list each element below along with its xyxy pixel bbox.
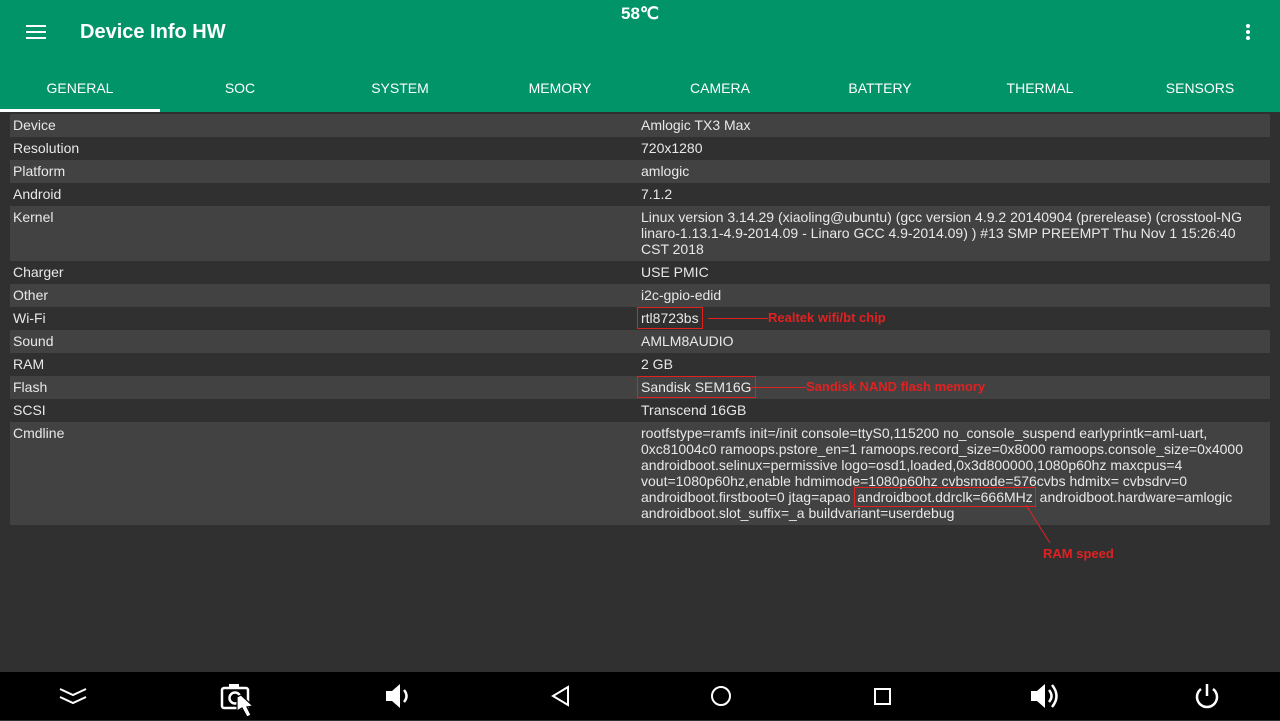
ram-annotation: RAM speed bbox=[1043, 546, 1114, 561]
row-value: i2c-gpio-edid bbox=[641, 287, 722, 303]
collapse-icon bbox=[59, 688, 87, 705]
tab-system[interactable]: SYSTEM bbox=[320, 64, 480, 112]
hamburger-icon bbox=[26, 25, 46, 39]
volume-up-icon bbox=[1031, 684, 1058, 708]
tab-camera[interactable]: CAMERA bbox=[640, 64, 800, 112]
flash-annotation: Sandisk NAND flash memory bbox=[806, 379, 986, 394]
tab-memory[interactable]: MEMORY bbox=[480, 64, 640, 112]
table-row: Flash Sandisk SEM16G bbox=[10, 376, 1270, 399]
table-row: SCSI Transcend 16GB bbox=[10, 399, 1270, 422]
ram-speed-highlight-box: androidboot.ddrclk=666MHz bbox=[854, 487, 1036, 507]
row-key: Sound bbox=[13, 333, 54, 349]
screenshot-icon bbox=[220, 684, 255, 718]
annotation-connector bbox=[1025, 505, 1051, 544]
tab-general[interactable]: GENERAL bbox=[0, 64, 160, 112]
tab-soc[interactable]: SOC bbox=[160, 64, 320, 112]
volume-up-button[interactable] bbox=[1013, 672, 1073, 720]
back-button[interactable] bbox=[530, 672, 590, 720]
table-row: Platform amlogic bbox=[10, 160, 1270, 183]
table-row: RAM 2 GB bbox=[10, 353, 1270, 376]
row-key: Cmdline bbox=[13, 425, 65, 441]
table-row: Device Amlogic TX3 Max bbox=[10, 114, 1270, 137]
power-icon bbox=[1195, 684, 1219, 709]
row-key: Device bbox=[13, 117, 56, 133]
overflow-menu-button[interactable] bbox=[1236, 16, 1264, 48]
row-key: Other bbox=[13, 287, 49, 303]
row-key: Platform bbox=[13, 163, 66, 179]
row-value: Transcend 16GB bbox=[641, 402, 747, 418]
annotation-connector bbox=[750, 387, 806, 388]
tab-sensors[interactable]: SENSORS bbox=[1120, 64, 1280, 112]
row-key: RAM bbox=[13, 356, 45, 372]
row-key: Wi-Fi bbox=[13, 310, 46, 326]
row-key: Charger bbox=[13, 264, 64, 280]
row-value: 7.1.2 bbox=[641, 186, 673, 202]
row-value: Linux version 3.14.29 (xiaoling@ubuntu) … bbox=[641, 209, 1242, 257]
table-row: Other i2c-gpio-edid bbox=[10, 284, 1270, 307]
volume-down-button[interactable] bbox=[368, 672, 428, 720]
row-key: Android bbox=[13, 186, 62, 202]
back-icon bbox=[551, 685, 569, 707]
app-bar: 58℃ Device Info HW GENERAL SOC SYSTEM ME… bbox=[0, 0, 1280, 112]
collapse-button[interactable] bbox=[43, 672, 103, 720]
row-value: AMLM8AUDIO bbox=[641, 333, 734, 349]
table-row: Kernel Linux version 3.14.29 (xiaoling@u… bbox=[10, 206, 1270, 261]
tab-thermal[interactable]: THERMAL bbox=[960, 64, 1120, 112]
more-vert-icon bbox=[1246, 24, 1250, 40]
recents-icon bbox=[874, 688, 891, 705]
navigation-bar bbox=[0, 672, 1280, 720]
wifi-highlight-box: rtl8723bs bbox=[637, 307, 703, 329]
tab-battery[interactable]: BATTERY bbox=[800, 64, 960, 112]
volume-down-icon bbox=[386, 684, 408, 708]
power-button[interactable] bbox=[1177, 672, 1237, 720]
home-icon bbox=[711, 686, 731, 706]
table-row: Resolution 720x1280 bbox=[10, 137, 1270, 160]
screenshot-button[interactable] bbox=[205, 672, 265, 720]
wifi-annotation: Realtek wifi/bt chip bbox=[768, 310, 886, 325]
row-value: 720x1280 bbox=[641, 140, 703, 156]
table-row: Wi-Fi rtl8723bs bbox=[10, 307, 1270, 330]
row-key: Kernel bbox=[13, 209, 54, 225]
row-key: Flash bbox=[13, 379, 48, 395]
annotation-connector bbox=[708, 318, 768, 319]
flash-highlight-box: Sandisk SEM16G bbox=[637, 376, 756, 398]
tab-bar: GENERAL SOC SYSTEM MEMORY CAMERA BATTERY… bbox=[0, 64, 1280, 112]
row-key: Resolution bbox=[13, 140, 80, 156]
table-row: Cmdline rootfstype=ramfs init=/init cons… bbox=[10, 422, 1270, 525]
row-value: USE PMIC bbox=[641, 264, 709, 280]
row-value: 2 GB bbox=[641, 356, 673, 372]
row-value: Amlogic TX3 Max bbox=[641, 117, 751, 133]
menu-button[interactable] bbox=[18, 16, 54, 48]
device-info-table: Device Amlogic TX3 Max Resolution 720x12… bbox=[10, 114, 1270, 525]
app-title: Device Info HW bbox=[80, 21, 226, 43]
table-row: Sound AMLM8AUDIO bbox=[10, 330, 1270, 353]
recents-button[interactable] bbox=[852, 672, 912, 720]
table-row: Android 7.1.2 bbox=[10, 183, 1270, 206]
table-row: Charger USE PMIC bbox=[10, 261, 1270, 284]
home-button[interactable] bbox=[691, 672, 751, 720]
row-value: amlogic bbox=[641, 163, 690, 179]
row-key: SCSI bbox=[13, 402, 46, 418]
row-value: rootfstype=ramfs init=/init console=ttyS… bbox=[641, 425, 1270, 521]
